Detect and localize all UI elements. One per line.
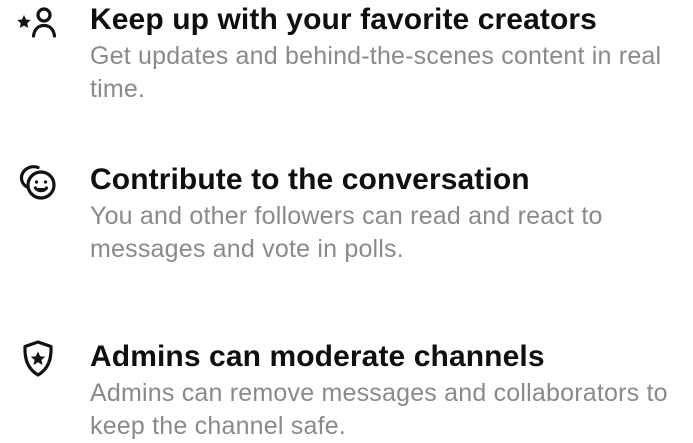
feature-title: Keep up with your favorite creators: [90, 3, 597, 36]
feature-title: Admins can moderate channels: [90, 340, 545, 373]
smiley-chat-icon: [14, 157, 62, 205]
shield-star-icon: [14, 334, 62, 382]
feature-title: Contribute to the conversation: [90, 163, 530, 196]
feature-description: Admins can remove messages and collabora…: [90, 379, 668, 440]
feature-description: Get updates and behind-the-scenes conten…: [90, 42, 662, 103]
feature-description: You and other followers can read and rea…: [90, 202, 603, 263]
star-person-icon: [14, 0, 62, 44]
